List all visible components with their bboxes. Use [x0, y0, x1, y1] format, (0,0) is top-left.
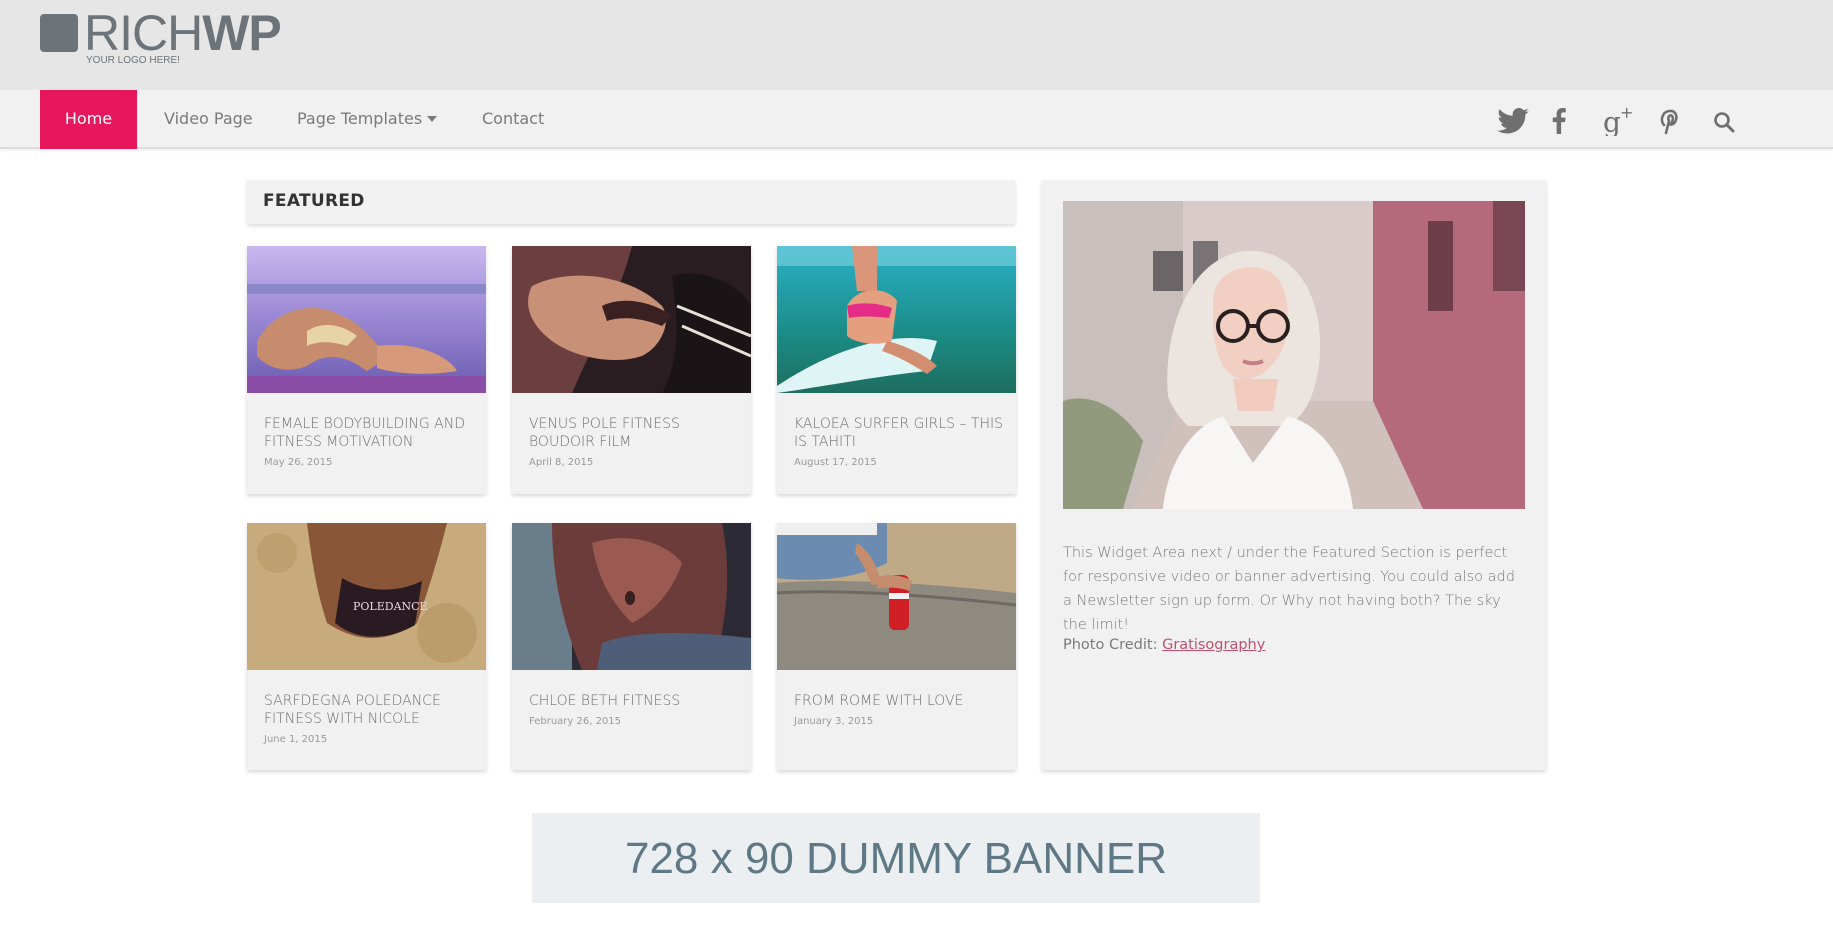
- site-logo[interactable]: RICHWP YOUR LOGO HERE!: [40, 6, 310, 72]
- sidebar-widget: This Widget Area next / under the Featur…: [1042, 180, 1546, 770]
- chevron-down-icon: [427, 116, 437, 122]
- post-date: April 8, 2015: [529, 457, 594, 468]
- banner-text: 728 x 90 DUMMY BANNER: [624, 834, 1168, 883]
- post-title[interactable]: VENUS POLE FITNESS BOUDOIR FILM: [529, 415, 739, 451]
- google-plus-icon[interactable]: g +: [1603, 104, 1639, 136]
- facebook-icon[interactable]: [1551, 108, 1567, 134]
- post-thumbnail[interactable]: [512, 523, 751, 670]
- post-thumbnail[interactable]: POLEDANCE: [247, 523, 486, 670]
- post-thumbnail[interactable]: [777, 246, 1016, 393]
- nav-item-page-templates[interactable]: Page Templates: [297, 90, 437, 149]
- logo-wordmark: RICHWP: [84, 5, 282, 61]
- post-date: February 26, 2015: [529, 716, 622, 727]
- post-thumbnail[interactable]: [777, 523, 1016, 670]
- svg-text:g: g: [1603, 106, 1621, 136]
- post-date: May 26, 2015: [264, 457, 333, 468]
- twitter-icon[interactable]: [1497, 108, 1529, 134]
- featured-post-card[interactable]: POLEDANCE SARFDEGNA POLEDANCE FITNESS WI…: [247, 523, 486, 770]
- nav-item-contact[interactable]: Contact: [482, 90, 544, 149]
- featured-post-card[interactable]: FROM ROME WITH LOVE January 3, 2015: [777, 523, 1016, 770]
- featured-post-card[interactable]: KALOEA SURFER GIRLS – THIS IS TAHITI Aug…: [777, 246, 1016, 494]
- post-title[interactable]: SARFDEGNA POLEDANCE FITNESS WITH NICOLE: [264, 692, 474, 728]
- search-icon[interactable]: [1713, 111, 1735, 137]
- post-title[interactable]: CHLOE BETH FITNESS: [529, 692, 739, 710]
- pinterest-icon[interactable]: [1658, 108, 1680, 135]
- featured-post-card[interactable]: FEMALE BODYBUILDING AND FITNESS MOTIVATI…: [247, 246, 486, 494]
- logo-tagline: YOUR LOGO HERE!: [86, 55, 180, 66]
- logo-mark: [40, 14, 78, 52]
- post-date: June 1, 2015: [264, 734, 328, 745]
- widget-description: This Widget Area next / under the Featur…: [1063, 545, 1515, 633]
- site-header: RICHWP YOUR LOGO HERE!: [0, 0, 1833, 90]
- featured-post-card[interactable]: VENUS POLE FITNESS BOUDOIR FILM April 8,…: [512, 246, 751, 494]
- nav-item-page-templates-label: Page Templates: [297, 109, 423, 128]
- widget-image: [1063, 201, 1525, 509]
- post-title[interactable]: FROM ROME WITH LOVE: [794, 692, 1004, 710]
- photo-credit: Photo Credit: Gratisography: [1063, 637, 1265, 653]
- post-title[interactable]: KALOEA SURFER GIRLS – THIS IS TAHITI: [794, 415, 1004, 451]
- svg-text:POLEDANCE: POLEDANCE: [353, 600, 428, 613]
- featured-post-card[interactable]: CHLOE BETH FITNESS February 26, 2015: [512, 523, 751, 770]
- nav-item-video-page[interactable]: Video Page: [164, 90, 253, 149]
- post-title[interactable]: FEMALE BODYBUILDING AND FITNESS MOTIVATI…: [264, 415, 474, 451]
- photo-credit-link[interactable]: Gratisography: [1162, 637, 1265, 653]
- svg-text:+: +: [1620, 104, 1633, 122]
- featured-heading: FEATURED: [263, 191, 365, 211]
- post-date: January 3, 2015: [794, 716, 874, 727]
- featured-section-header: FEATURED: [247, 180, 1015, 224]
- post-thumbnail[interactable]: [512, 246, 751, 393]
- ad-banner[interactable]: 728 x 90 DUMMY BANNER: [532, 813, 1260, 903]
- photo-credit-label: Photo Credit:: [1063, 637, 1163, 653]
- post-thumbnail[interactable]: [247, 246, 486, 393]
- post-date: August 17, 2015: [794, 457, 877, 468]
- nav-item-home[interactable]: Home: [40, 90, 137, 149]
